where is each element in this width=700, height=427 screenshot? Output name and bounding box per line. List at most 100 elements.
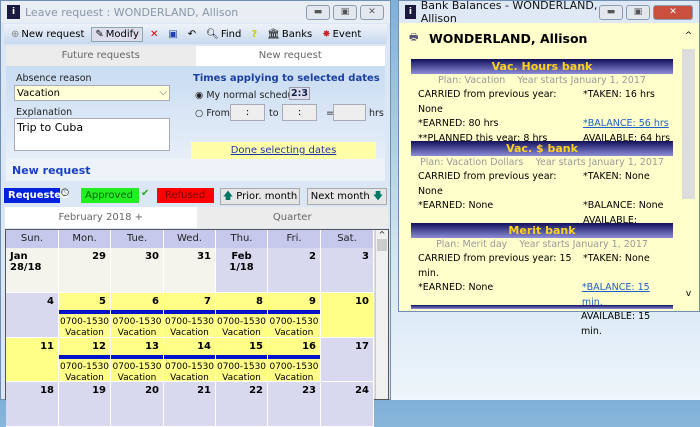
to-label: to bbox=[269, 108, 279, 119]
requested-bar bbox=[111, 355, 163, 359]
calendar-day[interactable]: 18 bbox=[6, 382, 59, 427]
calendar-day[interactable]: 23 bbox=[268, 382, 321, 427]
calendar-day[interactable]: 11 bbox=[6, 338, 59, 382]
calendar-day[interactable]: 31 bbox=[164, 248, 216, 293]
calendar-day[interactable]: 7 0700-1530 Vacation bbox=[164, 293, 216, 338]
tab-month[interactable]: February 2018 + bbox=[5, 207, 197, 228]
day-number: 10 bbox=[355, 296, 369, 307]
app-logo-icon: i bbox=[7, 5, 20, 19]
calendar-day[interactable]: 19 bbox=[59, 382, 111, 427]
done-selecting-dates-link-box: Done selecting dates bbox=[191, 142, 376, 159]
modify-label: Modify bbox=[105, 28, 139, 40]
maximize-button[interactable]: ▣ bbox=[333, 4, 357, 20]
find-button[interactable]: 🔍︎ Find bbox=[203, 28, 244, 41]
weekday-header: Wed. bbox=[164, 230, 216, 248]
minimize-button[interactable]: ▬ bbox=[599, 4, 623, 20]
requested-bar bbox=[268, 310, 320, 314]
to-time-input[interactable]: : bbox=[282, 104, 317, 121]
hours-input[interactable] bbox=[333, 104, 366, 121]
from-time-input[interactable]: : bbox=[230, 104, 265, 121]
calendar-day[interactable]: 15 0700-1530 Vacation bbox=[216, 338, 268, 383]
balances-scrollbar[interactable]: ^ v bbox=[682, 31, 695, 299]
bank-header: Merit bank bbox=[411, 223, 673, 238]
banks-button[interactable]: 🏛︎ Banks bbox=[264, 28, 315, 41]
day-number: 29 bbox=[92, 251, 106, 262]
check-icon: ✔ bbox=[141, 188, 150, 199]
calendar-day[interactable]: 17 bbox=[321, 338, 374, 382]
calendar-day[interactable]: 29 bbox=[59, 248, 111, 293]
calendar-day[interactable]: Feb 1/18 bbox=[216, 248, 268, 293]
day-number: 12 bbox=[92, 341, 106, 352]
calendar-day[interactable]: 24 bbox=[321, 382, 374, 427]
calendar-day[interactable]: 6 0700-1530 Vacation bbox=[111, 293, 164, 338]
calendar-day[interactable]: 22 bbox=[216, 382, 268, 427]
tab-quarter[interactable]: Quarter bbox=[196, 207, 388, 228]
calendar-day[interactable]: 5 0700-1530 Vacation bbox=[59, 293, 111, 338]
requested-bar bbox=[164, 310, 215, 314]
calendar-day[interactable]: 13 0700-1530 Vacation bbox=[111, 338, 164, 383]
bank-left-value: CARRIED from previous year: 15 min. bbox=[418, 253, 572, 279]
bank-left-value: CARRIED from previous year: None bbox=[418, 89, 557, 115]
calendar-scrollbar[interactable]: ^ bbox=[375, 230, 388, 399]
undo-icon[interactable]: ↶ bbox=[185, 28, 199, 41]
maximize-button[interactable]: ▣ bbox=[626, 4, 650, 20]
done-selecting-dates-link[interactable]: Done selecting dates bbox=[231, 145, 337, 156]
schedule-calendar-icon[interactable]: 2:3 bbox=[289, 87, 311, 100]
calendar-day[interactable]: 21 bbox=[164, 382, 216, 427]
banks-label: Banks bbox=[281, 28, 313, 40]
tab-future-requests[interactable]: Future requests bbox=[6, 46, 196, 66]
day-number: 16 bbox=[302, 341, 316, 352]
calendar-day[interactable]: Jan 28/18 bbox=[6, 248, 59, 293]
save-icon[interactable]: ▣ bbox=[165, 28, 180, 41]
plan-name: Plan: Vacation bbox=[438, 75, 506, 86]
explanation-textarea[interactable]: Trip to Cuba bbox=[14, 118, 170, 151]
event-button[interactable]: ✸ Event bbox=[319, 28, 364, 41]
calendar-day[interactable]: 10 bbox=[321, 293, 374, 338]
balance-link[interactable]: *BALANCE: 56 hrs bbox=[583, 117, 669, 132]
next-month-button[interactable]: Next month 🡇 bbox=[307, 188, 387, 205]
calendar-day[interactable]: 14 0700-1530 Vacation bbox=[164, 338, 216, 383]
from-time-value: : bbox=[245, 107, 250, 118]
requested-bar bbox=[59, 310, 110, 314]
requested-bar bbox=[164, 355, 215, 359]
calendar-day[interactable]: 8 0700-1530 Vacation bbox=[216, 293, 268, 338]
chevron-down-icon: ⌵ bbox=[159, 87, 167, 98]
day-number: 11 bbox=[40, 341, 54, 352]
bank-left-value: CARRIED from previous year: None bbox=[418, 171, 557, 197]
delete-button[interactable]: ✕ bbox=[147, 28, 161, 41]
minimize-button[interactable]: ▬ bbox=[306, 4, 330, 20]
calendar-day[interactable]: 30 bbox=[111, 248, 164, 293]
window-title: Leave request : WONDERLAND, Allison bbox=[25, 5, 239, 19]
bank-section: Vac. Hours bank Plan: Vacation Year start… bbox=[411, 59, 673, 146]
from-radio[interactable]: ○ From bbox=[195, 108, 230, 119]
calendar-day[interactable]: 4 bbox=[6, 293, 59, 338]
calendar-day[interactable]: 3 bbox=[321, 248, 374, 293]
calendar-day[interactable]: 9 0700-1530 Vacation bbox=[268, 293, 321, 338]
calendar-day[interactable]: 2 bbox=[268, 248, 321, 293]
normal-schedule-label: My normal schedule bbox=[206, 90, 303, 101]
day-number: 5 bbox=[99, 296, 106, 307]
prior-month-button[interactable]: 🡅 Prior. month bbox=[220, 188, 300, 205]
close-button[interactable]: ✕ bbox=[360, 4, 384, 20]
help-icon[interactable]: ? bbox=[248, 28, 260, 41]
modify-button[interactable]: ✎ Modify bbox=[91, 26, 143, 42]
absence-reason-select[interactable]: Vacation ⌵ bbox=[14, 85, 170, 101]
from-label: From bbox=[206, 108, 230, 119]
calendar-day[interactable]: 16 0700-1530 Vacation bbox=[268, 338, 321, 383]
clock-icon: 🕓︎ bbox=[61, 188, 69, 199]
printer-icon[interactable]: 🖶 bbox=[409, 30, 418, 47]
new-request-button[interactable]: ⊕ New request bbox=[8, 28, 87, 41]
title-bar: i Bank Balances - WONDERLAND, Allison ▬ ▣… bbox=[399, 0, 699, 25]
tab-new-request[interactable]: New request bbox=[195, 46, 385, 66]
legend-approved: Approved bbox=[81, 188, 139, 203]
day-number: 15 bbox=[249, 341, 263, 352]
plan-name: Plan: Merit day bbox=[436, 239, 508, 250]
calendar-day[interactable]: 12 0700-1530 Vacation bbox=[59, 338, 111, 383]
normal-schedule-radio[interactable]: ◉ My normal schedule bbox=[195, 90, 302, 101]
requested-bar bbox=[216, 355, 267, 359]
bank-header: Vac. $ bank bbox=[411, 141, 673, 156]
absence-reason-label: Absence reason bbox=[16, 73, 92, 84]
close-button[interactable]: ✕ bbox=[653, 4, 693, 20]
title-bar: i Leave request : WONDERLAND, Allison ▬ ▣… bbox=[1, 1, 390, 23]
calendar-day[interactable]: 20 bbox=[111, 382, 164, 427]
